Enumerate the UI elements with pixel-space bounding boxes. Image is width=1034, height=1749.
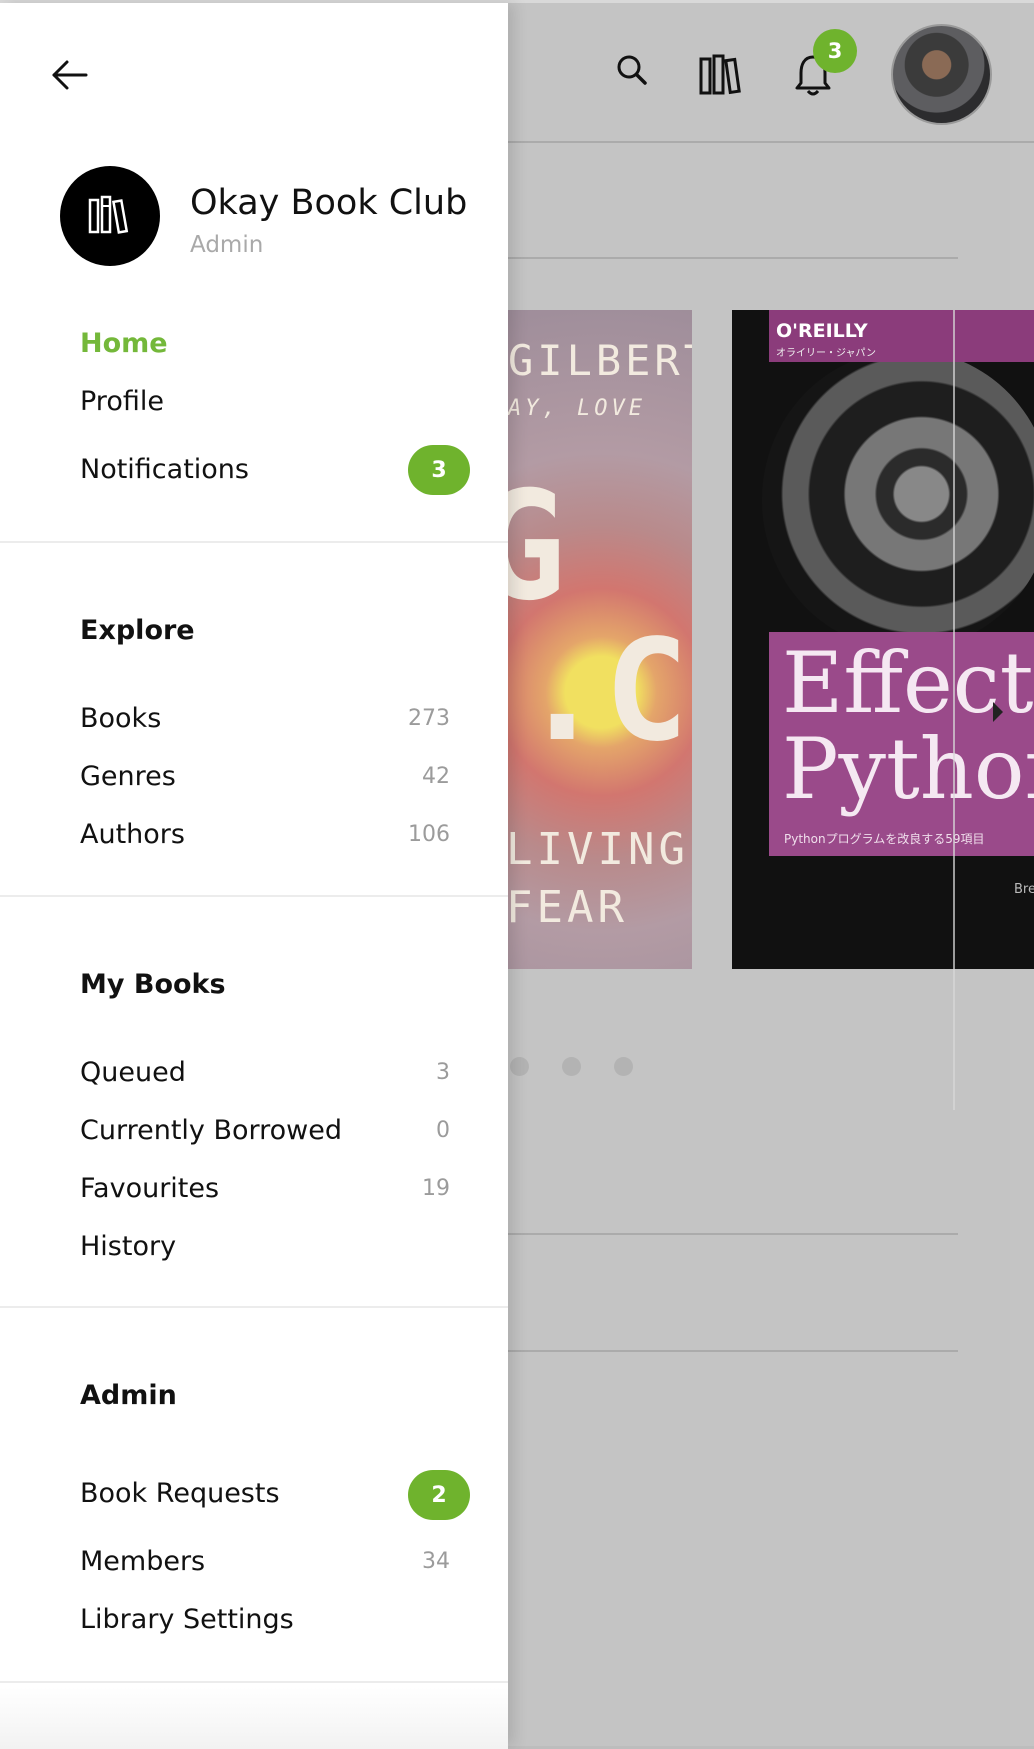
navigation-drawer: Okay Book Club Admin Home Profile Notifi… [0, 3, 508, 1749]
book-cover[interactable]: O'REILLY オライリー・ジャパン EffectivPython Pytho… [732, 310, 1034, 969]
carousel-next-icon[interactable] [993, 702, 1003, 722]
authors-count: 106 [408, 822, 450, 847]
club-avatar [60, 166, 160, 266]
nav-queued[interactable]: Queued [80, 1057, 186, 1088]
book-requests-badge: 2 [408, 1470, 470, 1520]
nav-home[interactable]: Home [80, 328, 168, 359]
carousel-dot[interactable] [614, 1057, 633, 1076]
nav-authors[interactable]: Authors [80, 819, 185, 850]
library-icon [88, 195, 129, 234]
nav-profile[interactable]: Profile [80, 386, 164, 417]
drawer-divider [0, 895, 508, 897]
nav-genres[interactable]: Genres [80, 761, 176, 792]
section-divider [508, 1350, 958, 1352]
cover-text: .C [520, 610, 689, 773]
notifications-badge: 3 [408, 445, 470, 495]
carousel-divider [953, 310, 955, 1110]
nav-book-requests[interactable]: Book Requests [80, 1478, 280, 1509]
cover-title: EffectivPython [782, 634, 1034, 818]
drawer-divider [0, 1681, 508, 1683]
user-avatar[interactable] [891, 24, 992, 125]
section-divider [508, 1233, 958, 1235]
back-arrow-icon[interactable] [50, 55, 90, 95]
section-title-admin: Admin [80, 1380, 177, 1411]
nav-library-settings[interactable]: Library Settings [80, 1604, 294, 1635]
cover-text: LIVING [506, 824, 689, 875]
club-name: Okay Book Club [190, 183, 468, 223]
nav-notifications[interactable]: Notifications [80, 454, 249, 485]
drawer-divider [0, 1306, 508, 1308]
favourites-count: 19 [422, 1176, 450, 1201]
drawer-divider [0, 541, 508, 543]
cover-author: Bre [1014, 882, 1034, 897]
section-divider [508, 257, 958, 259]
cover-image [762, 350, 1034, 650]
library-icon[interactable] [698, 52, 744, 98]
carousel-dot[interactable] [510, 1057, 529, 1076]
nav-books[interactable]: Books [80, 703, 161, 734]
borrowed-count: 0 [436, 1118, 450, 1143]
cover-text: FEAR [506, 882, 628, 933]
carousel-dot[interactable] [562, 1057, 581, 1076]
genres-count: 42 [422, 764, 450, 789]
books-count: 273 [408, 706, 450, 731]
drawer-footer [0, 1687, 508, 1749]
search-icon[interactable] [612, 50, 652, 90]
nav-currently-borrowed[interactable]: Currently Borrowed [80, 1115, 342, 1146]
section-title-my-books: My Books [80, 969, 226, 1000]
nav-members[interactable]: Members [80, 1546, 205, 1577]
notification-badge: 3 [813, 29, 857, 73]
publisher-sub: オライリー・ジャパン [776, 348, 876, 359]
nav-history[interactable]: History [80, 1231, 176, 1262]
section-title-explore: Explore [80, 615, 195, 646]
queued-count: 3 [436, 1060, 450, 1085]
club-role: Admin [190, 232, 264, 258]
publisher-name: O'REILLY [776, 320, 868, 342]
cover-text: GILBERT [508, 336, 692, 385]
cover-text: AY, LOVE [508, 396, 646, 421]
book-cover[interactable]: GILBERT AY, LOVE G .C LIVING FEAR [490, 310, 692, 969]
nav-favourites[interactable]: Favourites [80, 1173, 219, 1204]
header-divider [508, 141, 1034, 143]
members-count: 34 [422, 1549, 450, 1574]
